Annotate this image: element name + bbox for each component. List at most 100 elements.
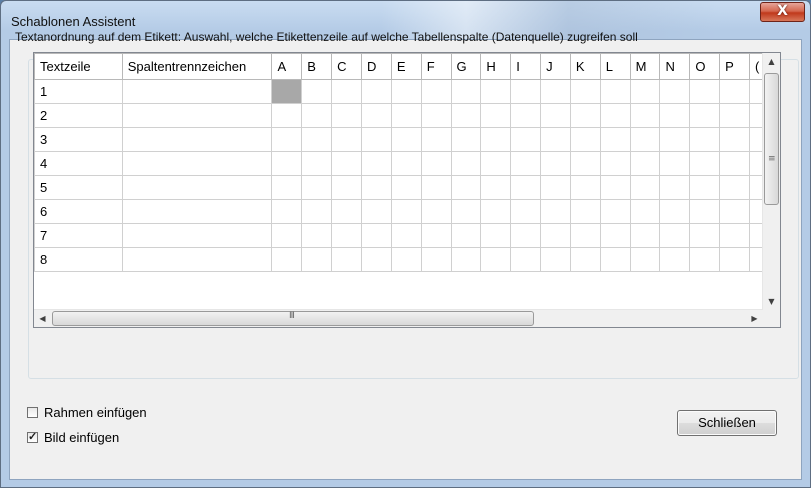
row-number-cell[interactable]: 2: [34, 103, 123, 128]
mapping-cell[interactable]: [271, 103, 303, 128]
column-header-letter[interactable]: F: [420, 53, 452, 80]
window-close-button[interactable]: X: [760, 2, 805, 22]
mapping-cell[interactable]: [301, 127, 333, 152]
mapping-cell[interactable]: [450, 223, 482, 248]
mapping-cell[interactable]: [390, 247, 422, 272]
row-number-cell[interactable]: 6: [34, 199, 123, 224]
mapping-cell[interactable]: [689, 79, 721, 104]
mapping-cell[interactable]: [659, 247, 691, 272]
frame-checkbox[interactable]: [27, 407, 38, 418]
column-header-letter[interactable]: D: [361, 53, 392, 80]
mapping-cell[interactable]: [629, 223, 661, 248]
mapping-cell[interactable]: [599, 175, 631, 200]
mapping-cell[interactable]: [271, 127, 303, 152]
mapping-cell[interactable]: [420, 127, 452, 152]
mapping-cell[interactable]: [331, 103, 362, 128]
mapping-cell[interactable]: [540, 247, 571, 272]
row-number-cell[interactable]: 7: [34, 223, 123, 248]
mapping-cell[interactable]: [480, 103, 512, 128]
mapping-cell[interactable]: [719, 175, 751, 200]
mapping-cell[interactable]: [540, 79, 571, 104]
mapping-cell[interactable]: [450, 127, 482, 152]
mapping-cell[interactable]: [719, 127, 751, 152]
mapping-cell[interactable]: [390, 151, 422, 176]
mapping-cell[interactable]: [599, 151, 631, 176]
mapping-cell[interactable]: [719, 79, 751, 104]
mapping-cell[interactable]: [569, 79, 601, 104]
column-header-letter[interactable]: H: [480, 53, 512, 80]
up-arrow-icon[interactable]: ▲: [763, 53, 780, 70]
row-number-cell[interactable]: 1: [34, 79, 123, 104]
mapping-cell[interactable]: [540, 103, 571, 128]
mapping-cell[interactable]: [659, 151, 691, 176]
mapping-cell[interactable]: [361, 223, 392, 248]
mapping-cell[interactable]: [719, 199, 751, 224]
mapping-cell[interactable]: [420, 79, 452, 104]
mapping-cell[interactable]: [420, 151, 452, 176]
column-header-textzeile[interactable]: Textzeile: [34, 53, 123, 80]
mapping-cell[interactable]: [420, 103, 452, 128]
mapping-cell[interactable]: [331, 151, 362, 176]
right-arrow-icon[interactable]: ▶: [746, 310, 763, 327]
mapping-cell[interactable]: [331, 175, 362, 200]
mapping-cell[interactable]: [390, 175, 422, 200]
mapping-cell[interactable]: [510, 79, 542, 104]
down-arrow-icon[interactable]: ▼: [763, 293, 780, 310]
mapping-cell[interactable]: [569, 175, 601, 200]
mapping-cell[interactable]: [331, 127, 362, 152]
mapping-cell[interactable]: [569, 127, 601, 152]
mapping-cell[interactable]: [659, 127, 691, 152]
separator-cell[interactable]: [121, 199, 273, 224]
selected-mapping-cell[interactable]: [271, 79, 303, 104]
mapping-cell[interactable]: [540, 223, 571, 248]
mapping-cell[interactable]: [271, 247, 303, 272]
mapping-cell[interactable]: [569, 223, 601, 248]
mapping-cell[interactable]: [629, 247, 661, 272]
mapping-cell[interactable]: [361, 175, 392, 200]
mapping-cell[interactable]: [390, 199, 422, 224]
column-header-letter[interactable]: O: [689, 53, 721, 80]
mapping-cell[interactable]: [301, 79, 333, 104]
separator-cell[interactable]: [121, 223, 273, 248]
mapping-cell[interactable]: [689, 151, 721, 176]
mapping-cell[interactable]: [420, 199, 452, 224]
mapping-cell[interactable]: [540, 151, 571, 176]
mapping-cell[interactable]: [361, 247, 392, 272]
mapping-cell[interactable]: [510, 199, 542, 224]
mapping-cell[interactable]: [301, 175, 333, 200]
mapping-cell[interactable]: [390, 223, 422, 248]
mapping-cell[interactable]: [689, 127, 721, 152]
mapping-cell[interactable]: [629, 151, 661, 176]
row-number-cell[interactable]: 5: [34, 175, 123, 200]
mapping-cell[interactable]: [540, 175, 571, 200]
vertical-scrollbar[interactable]: ▲ ≡ ▼: [762, 53, 780, 310]
mapping-cell[interactable]: [480, 175, 512, 200]
separator-cell[interactable]: [121, 79, 273, 104]
mapping-cell[interactable]: [689, 103, 721, 128]
mapping-cell[interactable]: [390, 127, 422, 152]
horizontal-scrollbar[interactable]: ◀ III ▶: [34, 309, 763, 327]
mapping-cell[interactable]: [420, 247, 452, 272]
mapping-cell[interactable]: [480, 199, 512, 224]
mapping-cell[interactable]: [450, 103, 482, 128]
mapping-cell[interactable]: [480, 127, 512, 152]
mapping-cell[interactable]: [331, 199, 362, 224]
close-button[interactable]: Schließen: [677, 410, 777, 436]
separator-cell[interactable]: [121, 247, 273, 272]
mapping-cell[interactable]: [689, 175, 721, 200]
column-header-letter[interactable]: L: [599, 53, 631, 80]
mapping-cell[interactable]: [510, 223, 542, 248]
column-header-letter[interactable]: I: [510, 53, 542, 80]
mapping-cell[interactable]: [599, 127, 631, 152]
mapping-cell[interactable]: [480, 223, 512, 248]
horizontal-scroll-thumb[interactable]: III: [52, 311, 534, 326]
column-header-letter[interactable]: J: [540, 53, 571, 80]
mapping-cell[interactable]: [301, 151, 333, 176]
mapping-cell[interactable]: [301, 199, 333, 224]
mapping-cell[interactable]: [659, 103, 691, 128]
mapping-cell[interactable]: [719, 247, 751, 272]
mapping-cell[interactable]: [450, 199, 482, 224]
mapping-cell[interactable]: [301, 223, 333, 248]
mapping-cell[interactable]: [361, 79, 392, 104]
mapping-cell[interactable]: [361, 127, 392, 152]
